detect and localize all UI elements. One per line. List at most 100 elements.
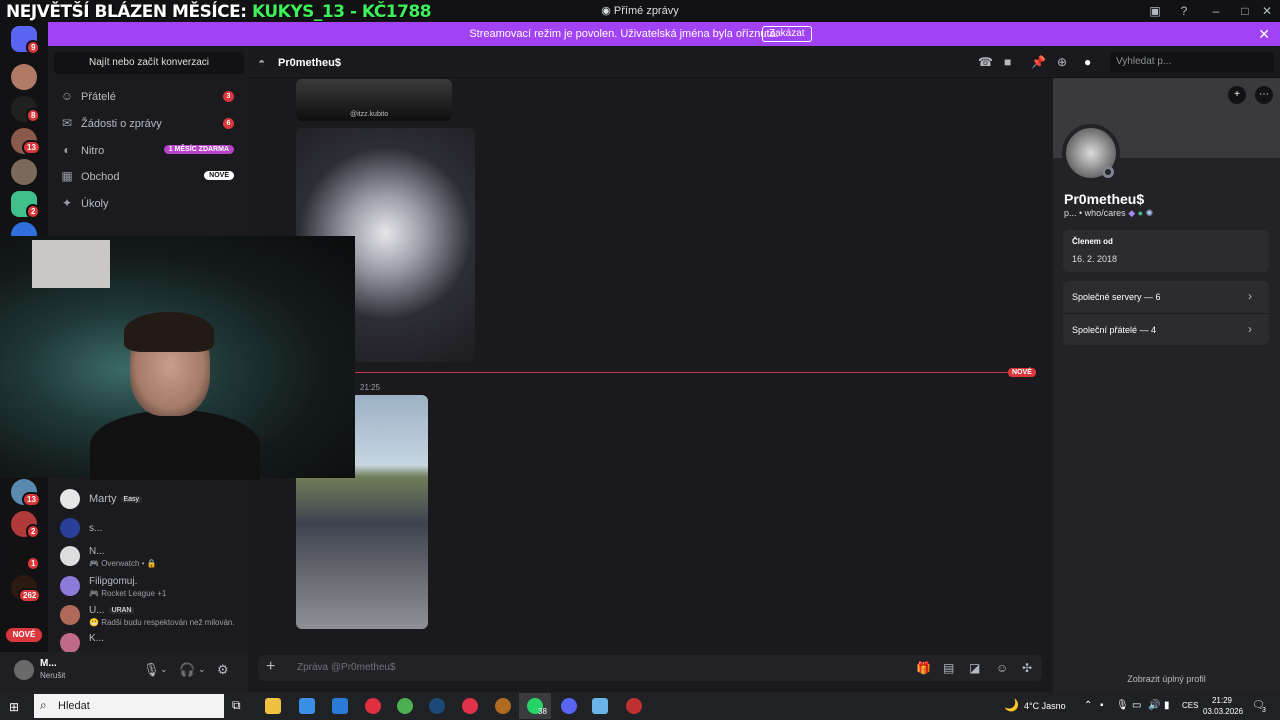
avatar — [60, 633, 80, 653]
language-indicator[interactable]: CES — [1182, 701, 1198, 710]
screen-share-icon[interactable]: ▣ — [1146, 2, 1164, 20]
chevron-down-icon[interactable]: ⌄ — [160, 664, 168, 675]
badge-icon: ◆ — [1128, 208, 1136, 218]
file-explorer-icon[interactable] — [265, 698, 281, 714]
find-conversation-button[interactable]: Najít nebo začít konverzaci — [54, 52, 244, 74]
pin-icon[interactable]: 📌 — [1031, 55, 1046, 69]
badge-icon: ✺ — [1145, 208, 1154, 218]
server-icon[interactable] — [11, 64, 37, 90]
discord-icon: ◉ — [601, 5, 614, 17]
nav-quests[interactable]: ✦ Úkoly — [54, 191, 244, 217]
nav-message-requests[interactable]: ✉ Žádosti o zprávy 6 — [54, 111, 244, 137]
server-badge: 13 — [22, 492, 41, 507]
speaker-icon[interactable]: 🔊 — [1148, 700, 1160, 711]
chevron-right-icon[interactable]: › — [1248, 322, 1252, 336]
network-icon[interactable]: ▭ — [1132, 700, 1141, 711]
apps-icon[interactable]: ✣ — [1022, 661, 1032, 675]
opera-icon[interactable] — [365, 698, 381, 714]
headphones-icon[interactable]: 🎧 — [179, 662, 195, 678]
voice-call-icon[interactable]: ☎ — [978, 55, 993, 69]
view-full-profile-link[interactable]: Zobrazit úplný profil — [1053, 674, 1280, 684]
store-icon[interactable] — [299, 698, 315, 714]
custom-status: 😬 Radši budu respektován než milován. — [89, 618, 235, 627]
nav-nitro[interactable]: ◐ Nitro 1 MĚSÍC ZDARMA — [54, 138, 244, 164]
server-icon[interactable] — [11, 159, 37, 185]
app-icon[interactable] — [592, 698, 608, 714]
avatar — [60, 546, 80, 566]
avatar[interactable] — [14, 660, 34, 680]
steam-icon[interactable] — [429, 698, 445, 714]
emoji-icon: 😬 — [89, 618, 102, 627]
media-player-icon[interactable] — [462, 698, 478, 714]
microphone-icon[interactable]: 🎙 — [143, 662, 160, 678]
emoji-icon[interactable]: ☺ — [996, 661, 1008, 675]
dm-item[interactable]: Filipgomuj. 🎮 Rocket League +1 — [54, 573, 244, 601]
battery-icon[interactable]: ▮ — [1164, 700, 1170, 711]
minimize-button[interactable]: – — [1207, 2, 1225, 20]
app-icon[interactable] — [495, 698, 511, 714]
dm-item[interactable]: Marty Easy — [54, 486, 244, 514]
new-servers-pill[interactable]: NOVÉ — [6, 628, 42, 642]
dm-item[interactable]: U... URAN 😬 Radši budu respektován než mi… — [54, 602, 244, 630]
avatar — [60, 576, 80, 596]
member-since-label: Členem od — [1072, 237, 1113, 246]
divider — [1063, 313, 1269, 314]
gear-icon[interactable]: ⚙ — [217, 662, 229, 678]
user-panel — [0, 652, 248, 692]
streamer-body — [90, 410, 260, 480]
message-timestamp: 21:25 — [360, 383, 381, 392]
mail-app-icon[interactable] — [332, 698, 348, 714]
task-view-icon[interactable]: ⧉ — [232, 698, 248, 714]
close-button[interactable]: ✕ — [1258, 2, 1276, 20]
windows-start-icon[interactable]: ⊞ — [9, 700, 19, 714]
close-icon[interactable]: ✕ — [1258, 26, 1270, 43]
image-watermark: @itzz.kubito — [350, 111, 389, 118]
dm-item[interactable]: s... — [54, 515, 244, 543]
profile-subtitle: p... • who/cares ◆ ● ✺ — [1064, 208, 1154, 218]
search-input[interactable]: Vyhledat p... — [1110, 52, 1274, 72]
message-input[interactable]: Zpráva @Pr0metheu$ — [297, 662, 396, 673]
help-icon[interactable]: ? — [1175, 2, 1193, 20]
disable-streamer-mode-button[interactable]: Zakázat — [762, 26, 812, 42]
chevron-right-icon[interactable]: › — [1248, 289, 1252, 303]
banner-text: Streamovací režim je povolen. Uživatelsk… — [469, 28, 779, 40]
notification-count: 3 — [1262, 707, 1266, 714]
nav-shop[interactable]: ▦ Obchod NOVÉ — [54, 164, 244, 190]
dm-item[interactable]: N... 🎮 Overwatch • 🔒 — [54, 543, 244, 571]
gif-icon[interactable]: ▤ — [943, 661, 954, 675]
more-options-icon[interactable]: ⋯ — [1255, 86, 1273, 104]
game-controller-icon: 🎮 — [89, 559, 102, 568]
user-name: M... — [40, 658, 57, 669]
mutual-friends-row[interactable]: Společní přátelé — 4 — [1072, 325, 1156, 335]
video-call-icon[interactable]: ■ — [1004, 55, 1011, 69]
nav-friends[interactable]: ☺ Přátelé 3 — [54, 84, 244, 110]
app-icon[interactable] — [626, 698, 642, 714]
friends-badge: 3 — [223, 91, 234, 102]
user-status: Nerušit — [40, 671, 66, 680]
chevron-up-icon[interactable]: ⌃ — [1084, 700, 1092, 711]
friends-icon: ☺ — [60, 89, 74, 103]
quests-icon: ✦ — [61, 196, 73, 210]
game-controller-icon: 🎮 — [89, 589, 102, 598]
discord-icon[interactable] — [561, 698, 577, 714]
camera-icon[interactable]: ▪ — [1100, 700, 1104, 711]
activity-status: 🎮 Rocket League +1 — [89, 589, 167, 598]
sticker-icon[interactable]: ◪ — [969, 661, 980, 675]
add-friends-icon[interactable]: ⊕ — [1057, 55, 1067, 69]
maximize-button[interactable]: □ — [1236, 2, 1254, 20]
avatar — [60, 518, 80, 538]
user-profile-icon[interactable]: ● — [1084, 55, 1091, 69]
search-icon: ⌕ — [40, 698, 47, 712]
nitro-icon: ◐ — [63, 143, 71, 157]
chrome-icon[interactable] — [397, 698, 413, 714]
taskbar-search-input[interactable]: Hledat — [34, 694, 224, 718]
microphone-icon[interactable]: 🎙 — [1116, 700, 1129, 711]
add-attachment-icon[interactable]: + — [266, 658, 275, 676]
chevron-down-icon[interactable]: ⌄ — [198, 664, 206, 675]
clock[interactable]: 21:29 03.03.2026 — [1203, 695, 1243, 717]
mutual-servers-row[interactable]: Společné servery — 6 — [1072, 292, 1161, 302]
weather-text[interactable]: 4°C Jasno — [1024, 701, 1066, 711]
add-friend-icon[interactable]: + — [1228, 86, 1246, 104]
gift-icon[interactable]: 🎁 — [916, 661, 931, 675]
activity-status: 🎮 Overwatch • 🔒 — [89, 559, 157, 568]
